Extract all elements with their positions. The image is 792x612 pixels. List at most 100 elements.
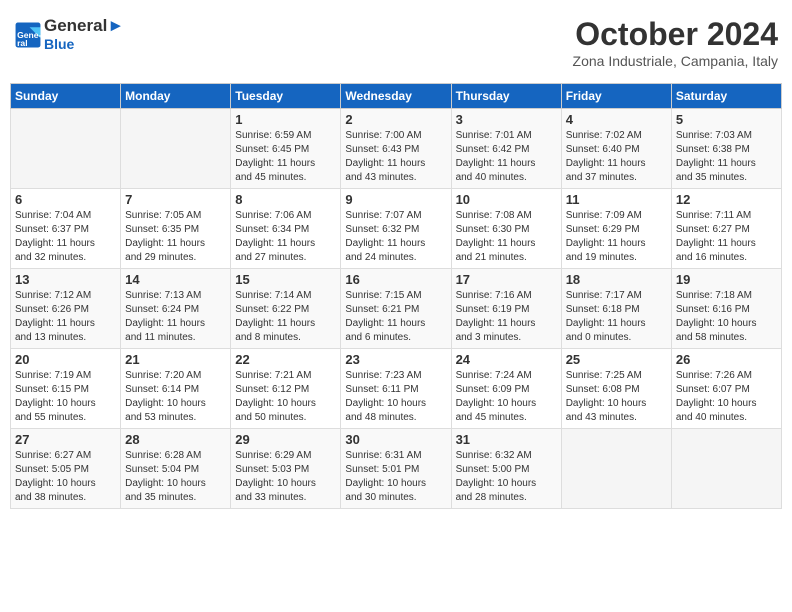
day-info: Sunrise: 6:28 AMSunset: 5:04 PMDaylight:… [125, 449, 226, 505]
day-number: 9 [345, 192, 446, 207]
day-number: 1 [235, 112, 336, 127]
day-number: 13 [15, 272, 116, 287]
day-number: 7 [125, 192, 226, 207]
calendar-cell: 12 Sunrise: 7:11 AMSunset: 6:27 PMDayligh… [671, 189, 781, 269]
calendar-cell: 13 Sunrise: 7:12 AMSunset: 6:26 PMDayligh… [11, 269, 121, 349]
location-title: Zona Industriale, Campania, Italy [573, 53, 778, 69]
calendar-cell [671, 429, 781, 509]
day-info: Sunrise: 7:06 AMSunset: 6:34 PMDaylight:… [235, 209, 336, 265]
calendar-cell: 25Sunrise: 7:25 AMSunset: 6:08 PMDayligh… [561, 349, 671, 429]
calendar-cell: 8Sunrise: 7:06 AMSunset: 6:34 PMDaylight… [231, 189, 341, 269]
day-info: Sunrise: 7:12 AMSunset: 6:26 PMDaylight:… [15, 289, 116, 345]
logo: Gene- ral General► Blue [14, 16, 124, 53]
day-number: 14 [125, 272, 226, 287]
day-info: Sunrise: 7:03 AMSunset: 6:38 PMDaylight:… [676, 129, 777, 185]
day-number: 17 [456, 272, 557, 287]
calendar-week-1: 1 Sunrise: 6:59 AMSunset: 6:45 PMDaylight… [11, 109, 782, 189]
day-number: 10 [456, 192, 557, 207]
weekday-header-sunday: Sunday [11, 84, 121, 109]
weekday-header-thursday: Thursday [451, 84, 561, 109]
day-number: 20 [15, 352, 116, 367]
calendar-cell: 29 Sunrise: 6:29 AMSunset: 5:03 PMDayligh… [231, 429, 341, 509]
calendar-cell: 22Sunrise: 7:21 AMSunset: 6:12 PMDayligh… [231, 349, 341, 429]
calendar-cell [11, 109, 121, 189]
calendar-week-5: 27Sunrise: 6:27 AMSunset: 5:05 PMDayligh… [11, 429, 782, 509]
calendar-cell: 28Sunrise: 6:28 AMSunset: 5:04 PMDayligh… [121, 429, 231, 509]
day-info: Sunrise: 6:59 AMSunset: 6:45 PMDaylight:… [235, 129, 336, 185]
day-info: Sunrise: 7:13 AMSunset: 6:24 PMDaylight:… [125, 289, 226, 345]
calendar-cell: 11Sunrise: 7:09 AMSunset: 6:29 PMDayligh… [561, 189, 671, 269]
day-number: 31 [456, 432, 557, 447]
day-info: Sunrise: 7:23 AMSunset: 6:11 PMDaylight:… [345, 369, 446, 425]
day-info: Sunrise: 6:32 AMSunset: 5:00 PMDaylight:… [456, 449, 557, 505]
day-number: 15 [235, 272, 336, 287]
day-number: 26 [676, 352, 777, 367]
page-header: Gene- ral General► Blue October 2024 Zon… [10, 10, 782, 75]
calendar-cell: 1 Sunrise: 6:59 AMSunset: 6:45 PMDaylight… [231, 109, 341, 189]
day-info: Sunrise: 6:29 AMSunset: 5:03 PMDaylight:… [235, 449, 336, 505]
weekday-header-saturday: Saturday [671, 84, 781, 109]
day-number: 24 [456, 352, 557, 367]
day-info: Sunrise: 7:04 AMSunset: 6:37 PMDaylight:… [15, 209, 116, 265]
day-info: Sunrise: 7:01 AMSunset: 6:42 PMDaylight:… [456, 129, 557, 185]
day-info: Sunrise: 7:16 AMSunset: 6:19 PMDaylight:… [456, 289, 557, 345]
calendar-cell: 23 Sunrise: 7:23 AMSunset: 6:11 PMDayligh… [341, 349, 451, 429]
calendar-cell: 26 Sunrise: 7:26 AMSunset: 6:07 PMDayligh… [671, 349, 781, 429]
month-title: October 2024 [573, 16, 778, 53]
day-info: Sunrise: 7:05 AMSunset: 6:35 PMDaylight:… [125, 209, 226, 265]
day-number: 5 [676, 112, 777, 127]
calendar-cell: 15 Sunrise: 7:14 AMSunset: 6:22 PMDayligh… [231, 269, 341, 349]
day-info: Sunrise: 7:15 AMSunset: 6:21 PMDaylight:… [345, 289, 446, 345]
day-number: 12 [676, 192, 777, 207]
day-number: 29 [235, 432, 336, 447]
day-info: Sunrise: 7:20 AMSunset: 6:14 PMDaylight:… [125, 369, 226, 425]
day-number: 18 [566, 272, 667, 287]
day-info: Sunrise: 6:31 AMSunset: 5:01 PMDaylight:… [345, 449, 446, 505]
calendar-week-4: 20 Sunrise: 7:19 AMSunset: 6:15 PMDayligh… [11, 349, 782, 429]
calendar-cell: 19Sunrise: 7:18 AMSunset: 6:16 PMDayligh… [671, 269, 781, 349]
weekday-header-monday: Monday [121, 84, 231, 109]
day-number: 4 [566, 112, 667, 127]
calendar-cell: 10 Sunrise: 7:08 AMSunset: 6:30 PMDayligh… [451, 189, 561, 269]
day-info: Sunrise: 7:19 AMSunset: 6:15 PMDaylight:… [15, 369, 116, 425]
calendar-cell: 9 Sunrise: 7:07 AMSunset: 6:32 PMDaylight… [341, 189, 451, 269]
day-number: 27 [15, 432, 116, 447]
day-number: 25 [566, 352, 667, 367]
calendar-table: SundayMondayTuesdayWednesdayThursdayFrid… [10, 83, 782, 509]
day-info: Sunrise: 7:24 AMSunset: 6:09 PMDaylight:… [456, 369, 557, 425]
calendar-cell [561, 429, 671, 509]
title-block: October 2024 Zona Industriale, Campania,… [573, 16, 778, 69]
day-number: 22 [235, 352, 336, 367]
svg-text:ral: ral [17, 37, 27, 47]
day-info: Sunrise: 7:08 AMSunset: 6:30 PMDaylight:… [456, 209, 557, 265]
weekday-header-tuesday: Tuesday [231, 84, 341, 109]
calendar-cell [121, 109, 231, 189]
calendar-cell: 21 Sunrise: 7:20 AMSunset: 6:14 PMDayligh… [121, 349, 231, 429]
weekday-header-friday: Friday [561, 84, 671, 109]
day-number: 6 [15, 192, 116, 207]
calendar-cell: 16Sunrise: 7:15 AMSunset: 6:21 PMDayligh… [341, 269, 451, 349]
day-number: 21 [125, 352, 226, 367]
calendar-cell: 3 Sunrise: 7:01 AMSunset: 6:42 PMDaylight… [451, 109, 561, 189]
weekday-header-wednesday: Wednesday [341, 84, 451, 109]
calendar-cell: 18 Sunrise: 7:17 AMSunset: 6:18 PMDayligh… [561, 269, 671, 349]
logo-icon: Gene- ral [14, 21, 42, 49]
day-number: 23 [345, 352, 446, 367]
calendar-cell: 20 Sunrise: 7:19 AMSunset: 6:15 PMDayligh… [11, 349, 121, 429]
calendar-week-3: 13 Sunrise: 7:12 AMSunset: 6:26 PMDayligh… [11, 269, 782, 349]
calendar-week-2: 6 Sunrise: 7:04 AMSunset: 6:37 PMDaylight… [11, 189, 782, 269]
calendar-cell: 2Sunrise: 7:00 AMSunset: 6:43 PMDaylight… [341, 109, 451, 189]
day-number: 3 [456, 112, 557, 127]
calendar-cell: 30Sunrise: 6:31 AMSunset: 5:01 PMDayligh… [341, 429, 451, 509]
calendar-cell: 4Sunrise: 7:02 AMSunset: 6:40 PMDaylight… [561, 109, 671, 189]
day-info: Sunrise: 7:11 AMSunset: 6:27 PMDaylight:… [676, 209, 777, 265]
day-info: Sunrise: 7:14 AMSunset: 6:22 PMDaylight:… [235, 289, 336, 345]
calendar-cell: 6 Sunrise: 7:04 AMSunset: 6:37 PMDaylight… [11, 189, 121, 269]
calendar-cell: 31 Sunrise: 6:32 AMSunset: 5:00 PMDayligh… [451, 429, 561, 509]
calendar-cell: 7 Sunrise: 7:05 AMSunset: 6:35 PMDaylight… [121, 189, 231, 269]
calendar-cell: 17 Sunrise: 7:16 AMSunset: 6:19 PMDayligh… [451, 269, 561, 349]
day-info: Sunrise: 7:26 AMSunset: 6:07 PMDaylight:… [676, 369, 777, 425]
calendar-cell: 5 Sunrise: 7:03 AMSunset: 6:38 PMDaylight… [671, 109, 781, 189]
day-info: Sunrise: 7:07 AMSunset: 6:32 PMDaylight:… [345, 209, 446, 265]
day-info: Sunrise: 7:17 AMSunset: 6:18 PMDaylight:… [566, 289, 667, 345]
